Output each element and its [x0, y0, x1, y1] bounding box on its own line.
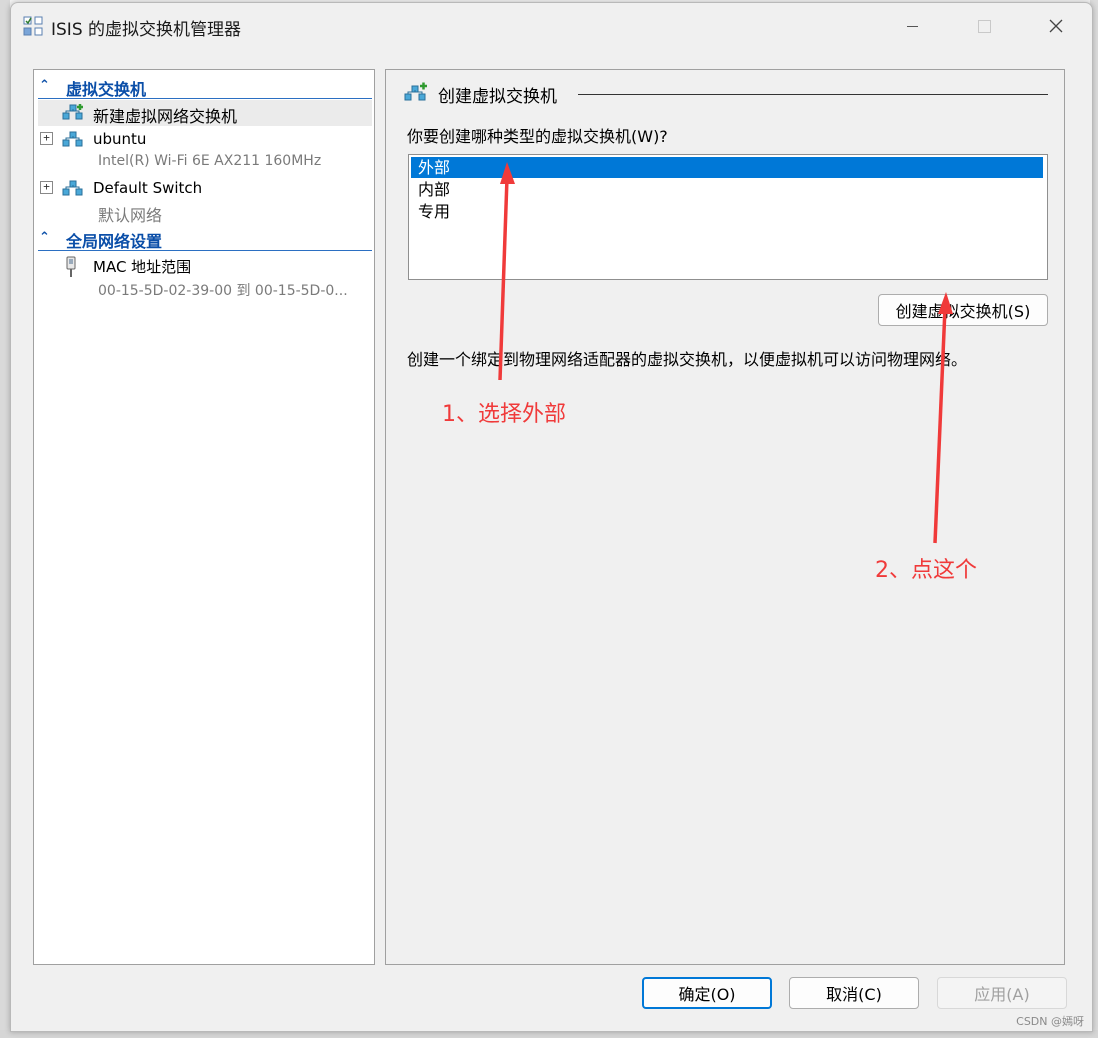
- annotation-step-2: 2、点这个: [875, 558, 977, 583]
- annotation-arrow-2: [933, 292, 953, 544]
- annotation-step-1: 1、选择外部: [442, 402, 566, 427]
- annotation-arrow-1: [498, 162, 515, 381]
- annotation-arrows: [498, 162, 953, 544]
- watermark: CSDN @嫣呀: [1016, 1015, 1084, 1028]
